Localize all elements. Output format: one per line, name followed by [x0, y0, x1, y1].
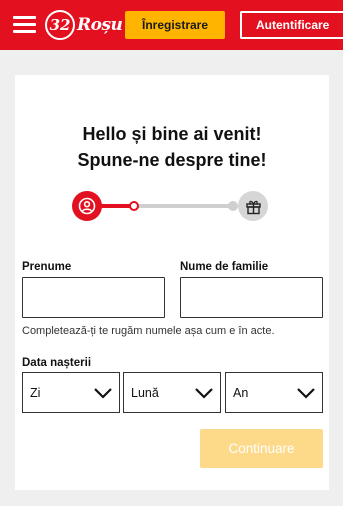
progress-bar-empty [134, 204, 232, 208]
name-hint: Completează-ți te rugăm numele așa cum e… [22, 325, 275, 337]
birth-month-select[interactable]: Lună [123, 372, 221, 413]
progress-dot-current [129, 201, 139, 211]
step-gift [238, 191, 268, 221]
continue-button[interactable]: Continuare [200, 429, 323, 468]
signup-progress [70, 189, 270, 225]
chevron-down-icon [195, 388, 213, 399]
birth-day-select[interactable]: Zi [22, 372, 120, 413]
step-profile [72, 191, 102, 221]
birth-month-value: Lună [131, 385, 159, 400]
birth-year-value: An [233, 385, 249, 400]
page-title: Hello și bine ai venit! Spune-ne despre … [15, 121, 329, 173]
logo[interactable]: 32 Roșu [45, 10, 125, 40]
logo-number: 32 [45, 10, 75, 40]
birth-year-select[interactable]: An [225, 372, 323, 413]
login-button[interactable]: Autentificare [240, 11, 343, 39]
register-button[interactable]: Înregistrare [125, 11, 225, 39]
top-navbar: 32 Roșu Înregistrare Autentificare [0, 0, 343, 50]
logo-text: Roșu [77, 15, 123, 35]
heading-line-1: Hello și bine ai venit! [82, 124, 262, 144]
birth-day-value: Zi [30, 385, 41, 400]
last-name-label: Nume de familie [180, 261, 269, 273]
signup-card: Hello și bine ai venit! Spune-ne despre … [15, 75, 329, 490]
birth-date-label: Data nașterii [22, 357, 92, 369]
last-name-input[interactable] [180, 277, 323, 318]
chevron-down-icon [94, 388, 112, 399]
heading-line-2: Spune-ne despre tine! [77, 150, 267, 170]
chevron-down-icon [297, 388, 315, 399]
first-name-input[interactable] [22, 277, 165, 318]
user-icon [78, 197, 96, 215]
first-name-label: Prenume [22, 261, 72, 273]
hamburger-menu-icon[interactable] [13, 14, 36, 34]
gift-icon [245, 200, 261, 214]
progress-dot-end [228, 201, 238, 211]
